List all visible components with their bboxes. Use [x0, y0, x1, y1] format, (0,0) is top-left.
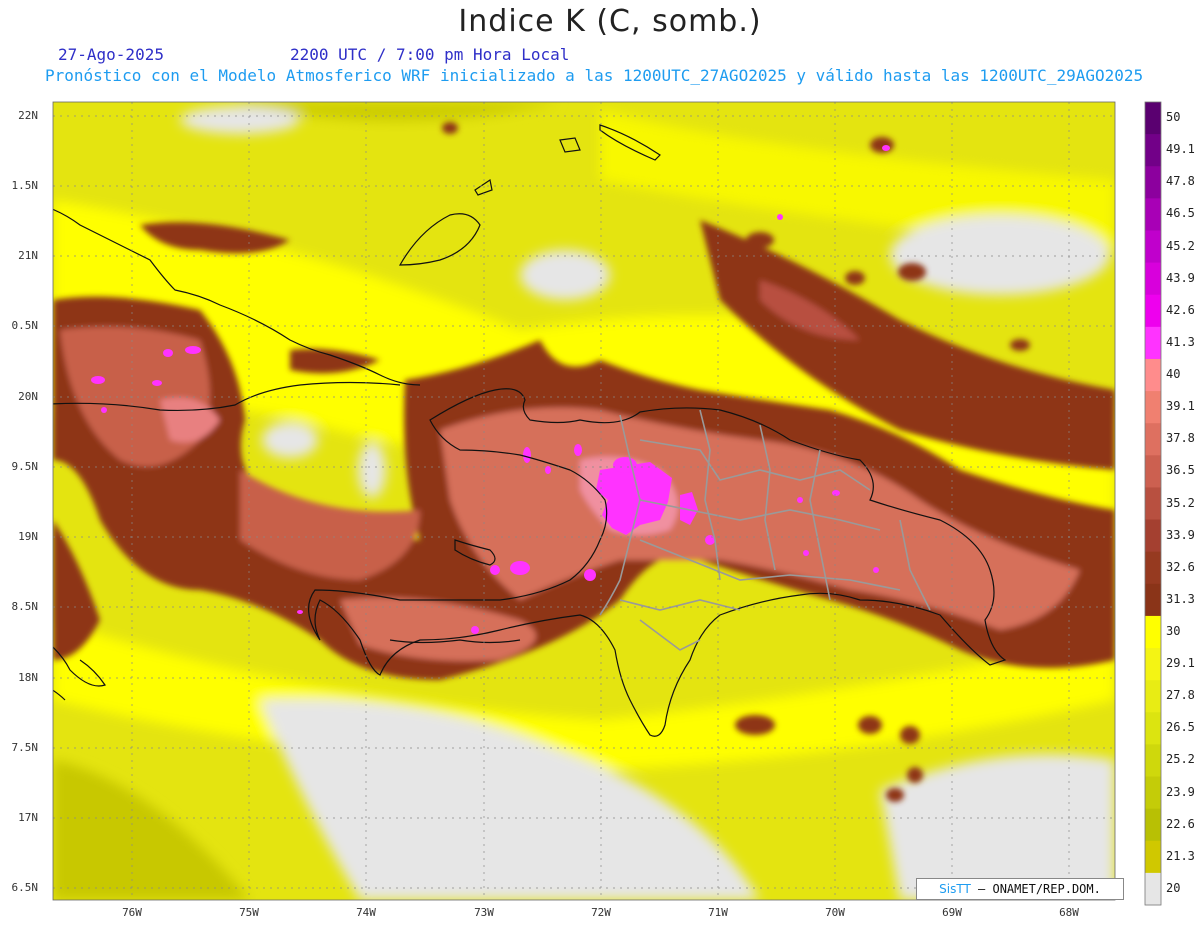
lon-label: 68W — [1059, 906, 1079, 919]
colorbar-label: 40 — [1166, 367, 1181, 382]
lon-label: 74W — [356, 906, 376, 919]
colorbar-label: 36.5 — [1166, 463, 1195, 478]
colorbar-swatch — [1145, 166, 1161, 199]
colorbar-label: 50 — [1166, 110, 1181, 125]
colorbar — [1144, 101, 1162, 906]
colorbar-label: 22.6 — [1166, 816, 1195, 831]
colorbar-label: 26.5 — [1166, 720, 1195, 735]
lon-label: 71W — [708, 906, 728, 919]
colorbar-swatch — [1145, 648, 1161, 681]
lon-label: 73W — [474, 906, 494, 919]
lat-label: 22N — [18, 109, 38, 122]
colorbar-label: 41.3 — [1166, 334, 1195, 349]
colorbar-label: 39.1 — [1166, 399, 1195, 414]
lon-label: 69W — [942, 906, 962, 919]
colorbar-swatch — [1145, 872, 1161, 906]
colorbar-swatch — [1145, 776, 1161, 810]
field-layer — [53, 102, 1115, 900]
colorbar-swatch — [1145, 744, 1161, 778]
colorbar-swatch — [1145, 358, 1161, 392]
colorbar-swatch — [1145, 423, 1161, 456]
k-index-map — [52, 101, 1162, 906]
colorbar-label: 33.9 — [1166, 527, 1195, 542]
colorbar-swatch — [1145, 262, 1161, 296]
colorbar-label: 29.1 — [1166, 656, 1195, 671]
lat-label: 17N — [18, 811, 38, 824]
lat-label: 21N — [18, 249, 38, 262]
colorbar-label: 35.2 — [1166, 495, 1195, 510]
lat-label: 9.5N — [11, 460, 39, 473]
colorbar-label: 20 — [1166, 880, 1181, 895]
colorbar-swatch — [1145, 519, 1161, 553]
lat-label: 8.5N — [11, 600, 39, 613]
colorbar-label: 37.8 — [1166, 431, 1195, 446]
lat-label: 7.5N — [11, 741, 39, 754]
colorbar-label: 21.3 — [1166, 848, 1195, 863]
colorbar-label: 31.3 — [1166, 591, 1195, 606]
colorbar-label: 27.8 — [1166, 688, 1195, 703]
colorbar-swatch — [1145, 134, 1161, 167]
lon-label: 76W — [122, 906, 142, 919]
colorbar-swatch — [1145, 583, 1161, 617]
colorbar-label: 49.1 — [1166, 142, 1195, 157]
colorbar-label: 43.9 — [1166, 270, 1195, 285]
colorbar-swatch — [1145, 326, 1161, 360]
colorbar-swatch — [1145, 840, 1161, 874]
credit-box: SisTT – ONAMET/REP.DOM. — [916, 878, 1124, 900]
lat-label: 6.5N — [11, 881, 39, 894]
credit-text: – ONAMET/REP.DOM. — [970, 882, 1101, 896]
colorbar-swatch — [1145, 102, 1161, 135]
colorbar-label: 46.5 — [1166, 206, 1195, 221]
lat-label: 20N — [18, 390, 38, 403]
colorbar-swatch — [1145, 230, 1161, 264]
colorbar-swatch — [1145, 198, 1161, 231]
lat-label: 18N — [18, 671, 38, 684]
colorbar-swatch — [1145, 615, 1161, 649]
colorbar-swatch — [1145, 487, 1161, 521]
colorbar-swatch — [1145, 391, 1161, 424]
colorbar-label: 30 — [1166, 623, 1181, 638]
colorbar-label: 25.2 — [1166, 752, 1195, 767]
lon-label: 75W — [239, 906, 259, 919]
lat-label: 0.5N — [11, 319, 39, 332]
lon-label: 72W — [591, 906, 611, 919]
colorbar-label: 47.8 — [1166, 174, 1195, 189]
lon-label: 70W — [825, 906, 845, 919]
colorbar-swatch — [1145, 808, 1161, 842]
credit-brand: SisTT — [939, 882, 971, 896]
colorbar-swatch — [1145, 712, 1161, 745]
colorbar-label: 32.6 — [1166, 559, 1195, 574]
colorbar-label: 45.2 — [1166, 238, 1195, 253]
colorbar-swatch — [1145, 294, 1161, 328]
colorbar-label: 23.9 — [1166, 784, 1195, 799]
lat-label: 1.5N — [11, 179, 39, 192]
colorbar-swatch — [1145, 455, 1161, 488]
colorbar-swatch — [1145, 680, 1161, 713]
colorbar-swatch — [1145, 551, 1161, 585]
lat-label: 19N — [18, 530, 38, 543]
colorbar-label: 42.6 — [1166, 302, 1195, 317]
